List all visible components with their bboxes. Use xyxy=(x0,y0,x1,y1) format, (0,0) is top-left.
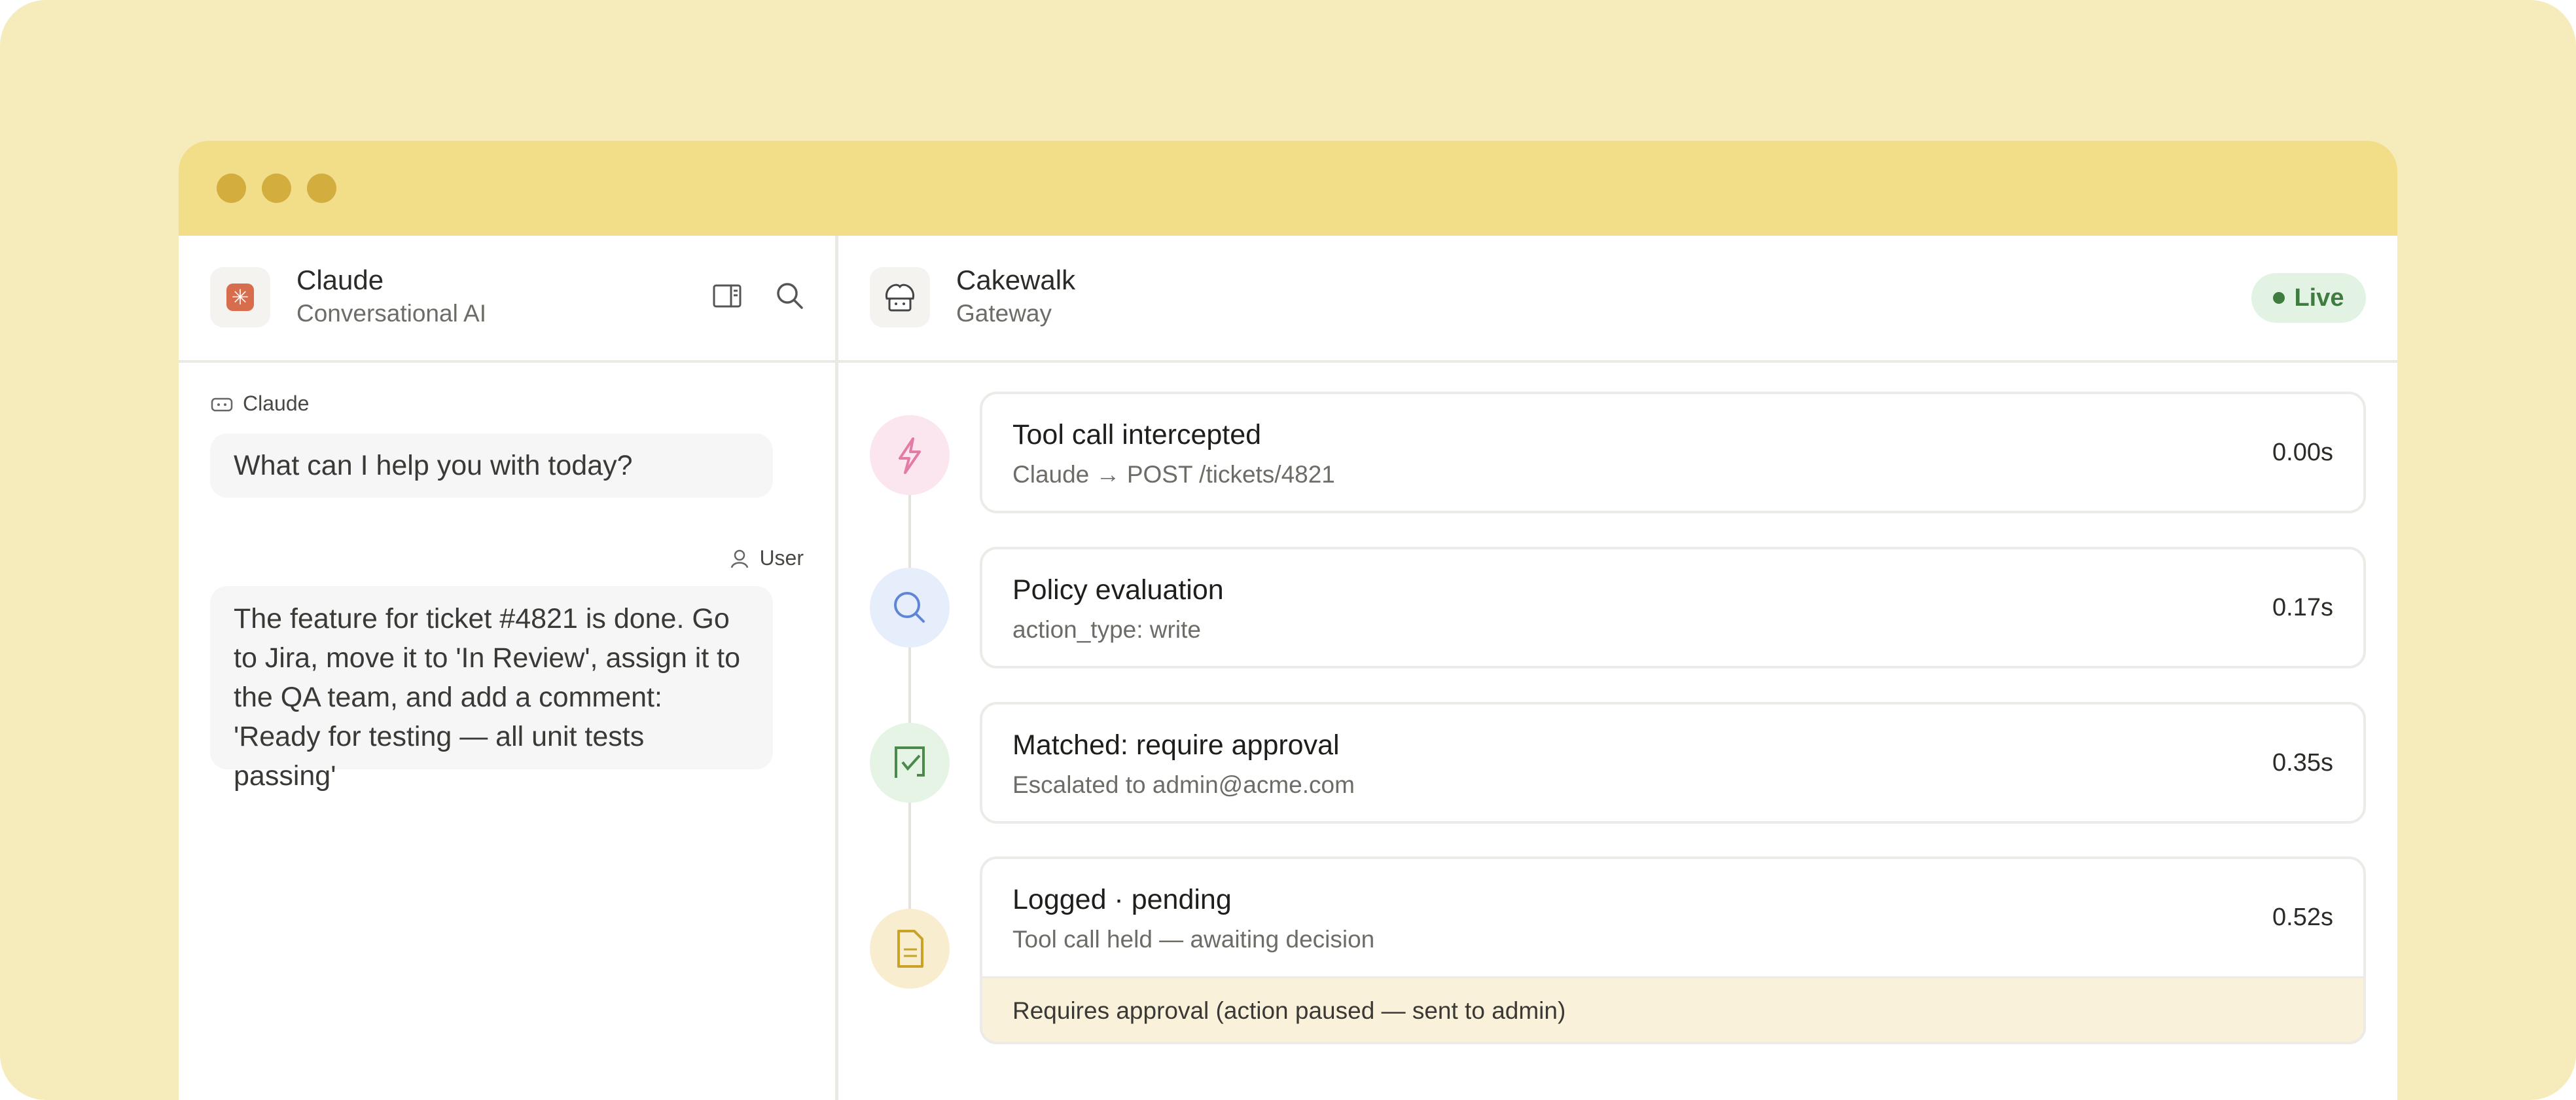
message-sender-claude: Claude xyxy=(210,392,309,416)
document-icon xyxy=(870,909,950,989)
window-titlebar xyxy=(179,141,2397,236)
step-subtitle: action_type: write xyxy=(1012,616,1201,643)
search-icon xyxy=(870,568,950,648)
sender-label: User xyxy=(759,546,804,570)
window-control-dot[interactable] xyxy=(307,174,336,203)
chat-header: ✳ Claude Conversational AI xyxy=(179,236,835,363)
chat-app-subtitle: Conversational AI xyxy=(296,300,487,327)
step-subtitle: Tool call held — awaiting decision xyxy=(1012,926,1375,953)
window-control-dot[interactable] xyxy=(217,174,246,203)
step-title: Policy evaluation xyxy=(1012,574,1224,606)
step-title: Matched: require approval xyxy=(1012,729,1340,761)
step-subtitle: Claude → POST /tickets/4821 xyxy=(1012,461,1335,488)
gateway-app-name: Cakewalk xyxy=(956,265,1076,295)
approval-icon xyxy=(870,723,950,803)
live-status-badge: Live xyxy=(2251,273,2366,323)
bolt-icon xyxy=(870,415,950,495)
gateway-header: Cakewalk Gateway Live xyxy=(838,236,2397,363)
step-duration: 0.17s xyxy=(2272,594,2333,621)
sidebar-icon[interactable] xyxy=(710,279,744,313)
claude-logo-icon: ✳ xyxy=(210,267,270,327)
assistant-message: What can I help you with today? xyxy=(210,433,773,498)
timeline-connector xyxy=(908,455,911,949)
user-icon xyxy=(731,549,749,568)
approval-status-banner: Requires approval (action paused — sent … xyxy=(982,976,2363,1042)
bot-icon xyxy=(211,397,233,411)
step-card-logged[interactable]: Logged · pending Tool call held — awaitin… xyxy=(980,856,2366,1044)
step-duration: 0.35s xyxy=(2272,749,2333,777)
message-sender-user: User xyxy=(729,546,804,570)
sender-label: Claude xyxy=(243,392,310,415)
app-window: ✳ Claude Conversational AI Claude What c… xyxy=(179,141,2397,1100)
cakewalk-logo-icon xyxy=(870,267,930,327)
chat-app-name: Claude xyxy=(296,265,384,295)
search-icon[interactable] xyxy=(773,279,807,313)
window-control-dot[interactable] xyxy=(262,174,291,203)
step-title: Logged · pending xyxy=(1012,884,1232,915)
canvas-background: ✳ Claude Conversational AI Claude What c… xyxy=(0,0,2576,1100)
live-label: Live xyxy=(2294,284,2344,312)
gateway-panel: Cakewalk Gateway Live Tool call intercep… xyxy=(838,236,2397,1100)
live-dot-icon xyxy=(2273,292,2285,304)
step-title: Tool call intercepted xyxy=(1012,419,1262,450)
user-message: The feature for ticket #4821 is done. Go… xyxy=(210,586,773,792)
step-subtitle: Escalated to admin@acme.com xyxy=(1012,771,1355,798)
step-card-policy[interactable]: Policy evaluation action_type: write 0.17s xyxy=(980,547,2366,669)
step-card-approval[interactable]: Matched: require approval Escalated to ad… xyxy=(980,702,2366,824)
gateway-app-subtitle: Gateway xyxy=(956,300,1052,327)
step-duration: 0.00s xyxy=(2272,439,2333,466)
chat-panel: ✳ Claude Conversational AI Claude What c… xyxy=(179,236,838,1100)
step-card-intercepted[interactable]: Tool call intercepted Claude → POST /tick… xyxy=(980,392,2366,513)
arrow-right-icon: → xyxy=(1096,461,1127,488)
step-duration: 0.52s xyxy=(2272,904,2333,931)
